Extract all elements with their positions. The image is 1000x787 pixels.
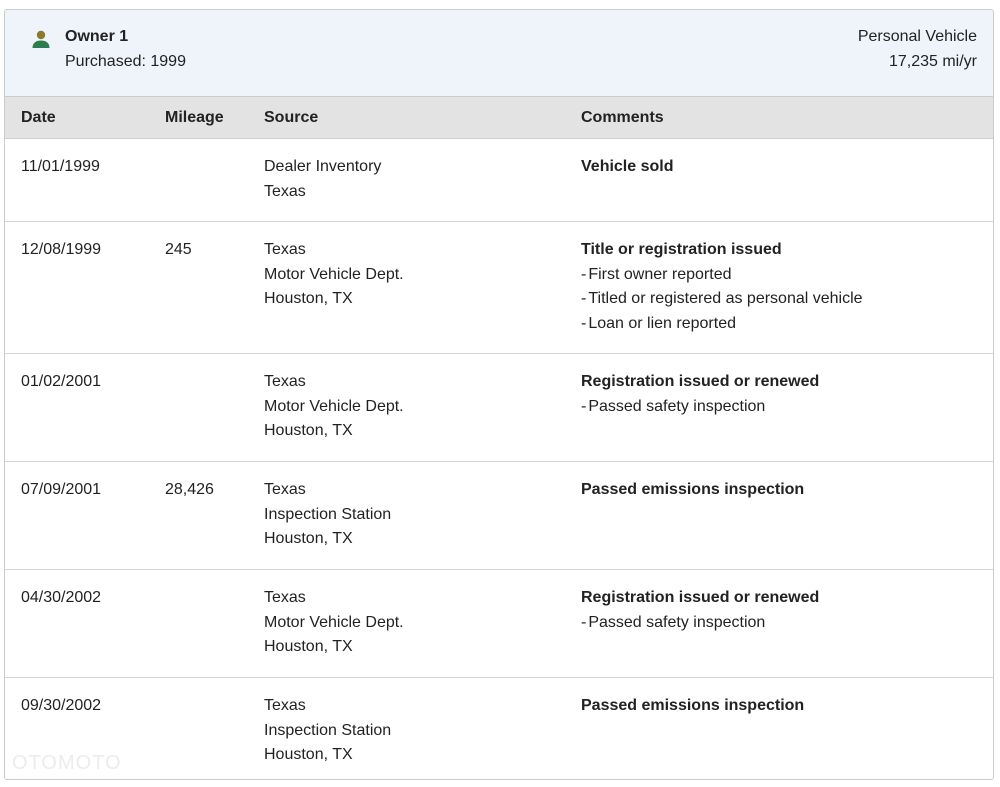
ownership-history-card: Owner 1 Purchased: 1999 Personal Vehicle…: [4, 9, 994, 780]
row-comments: Registration issued or renewed Passed sa…: [581, 586, 819, 635]
row-date: 11/01/1999: [21, 158, 100, 175]
source-line: Motor Vehicle Dept.: [264, 265, 404, 283]
table-row: 11/01/1999 Dealer Inventory Texas Vehicl…: [5, 139, 993, 222]
row-date: 09/30/2002: [21, 697, 102, 714]
source-line: Texas: [264, 589, 306, 606]
row-comments: Passed emissions inspection: [581, 694, 804, 719]
row-mileage: 245: [165, 241, 192, 258]
comment-title: Registration issued or renewed: [581, 589, 820, 606]
owner-purchased-year: Purchased: 1999: [65, 53, 186, 70]
comment-title: Vehicle sold: [581, 158, 674, 175]
row-source: Texas Motor Vehicle Dept. Houston, TX: [264, 586, 404, 660]
comment-item: Titled or registered as personal vehicle: [581, 287, 862, 312]
comment-item: Passed safety inspection: [581, 611, 819, 636]
column-header-mileage: Mileage: [165, 109, 224, 126]
source-line: Motor Vehicle Dept.: [264, 397, 404, 415]
vehicle-type: Personal Vehicle: [857, 28, 977, 45]
source-line: Inspection Station: [264, 721, 392, 739]
table-row: 09/30/2002 Texas Inspection Station Hous…: [5, 678, 993, 779]
table-row: 04/30/2002 Texas Motor Vehicle Dept. Hou…: [5, 570, 993, 678]
table-row: 01/02/2001 Texas Motor Vehicle Dept. Hou…: [5, 354, 993, 462]
owner-header: Owner 1 Purchased: 1999 Personal Vehicle…: [5, 10, 993, 97]
comment-title: Title or registration issued: [581, 241, 782, 258]
miles-per-year: 17,235 mi/yr: [888, 53, 977, 70]
row-comments: Registration issued or renewed Passed sa…: [581, 370, 819, 419]
table-row: 12/08/1999 245 Texas Motor Vehicle Dept.…: [5, 222, 993, 354]
source-line: Houston, TX: [264, 638, 353, 655]
source-line: Motor Vehicle Dept.: [264, 613, 404, 631]
source-line: Texas: [264, 697, 306, 714]
comment-title: Registration issued or renewed: [581, 373, 820, 390]
row-date: 07/09/2001: [21, 481, 102, 498]
row-source: Texas Inspection Station Houston, TX: [264, 694, 391, 768]
column-header-date: Date: [21, 109, 56, 126]
comment-title: Passed emissions inspection: [581, 481, 805, 498]
row-source: Texas Inspection Station Houston, TX: [264, 478, 391, 552]
row-date: 12/08/1999: [21, 241, 102, 258]
column-header-source: Source: [264, 109, 319, 126]
comment-title: Passed emissions inspection: [581, 697, 805, 714]
source-line: Texas: [264, 481, 306, 498]
source-line: Inspection Station: [264, 505, 392, 523]
source-line: Houston, TX: [264, 422, 353, 439]
person-icon: [32, 30, 50, 48]
source-line: Dealer Inventory: [264, 158, 382, 175]
row-source: Dealer Inventory Texas: [264, 155, 381, 204]
source-line: Texas: [264, 241, 306, 258]
column-header-comments: Comments: [581, 109, 664, 126]
row-source: Texas Motor Vehicle Dept. Houston, TX: [264, 238, 404, 312]
row-date: 01/02/2001: [21, 373, 102, 390]
source-line: Texas: [264, 182, 306, 200]
row-comments: Title or registration issued First owner…: [581, 238, 863, 336]
row-mileage: 28,426: [165, 481, 214, 498]
source-line: Houston, TX: [264, 746, 353, 763]
watermark: OTOMOTO: [12, 752, 122, 774]
row-source: Texas Motor Vehicle Dept. Houston, TX: [264, 370, 404, 444]
owner-name: Owner 1: [65, 28, 129, 45]
source-line: Texas: [264, 373, 306, 390]
row-date: 04/30/2002: [21, 589, 102, 606]
table-row: 07/09/2001 28,426 Texas Inspection Stati…: [5, 462, 993, 570]
table-header: Date Mileage Source Comments: [5, 97, 993, 139]
source-line: Houston, TX: [264, 290, 353, 307]
comment-item: Loan or lien reported: [581, 312, 863, 337]
comment-item: Passed safety inspection: [581, 395, 819, 420]
comment-item: First owner reported: [581, 263, 863, 288]
row-comments: Passed emissions inspection: [581, 478, 804, 503]
row-comments: Vehicle sold: [581, 155, 673, 180]
source-line: Houston, TX: [264, 530, 353, 547]
